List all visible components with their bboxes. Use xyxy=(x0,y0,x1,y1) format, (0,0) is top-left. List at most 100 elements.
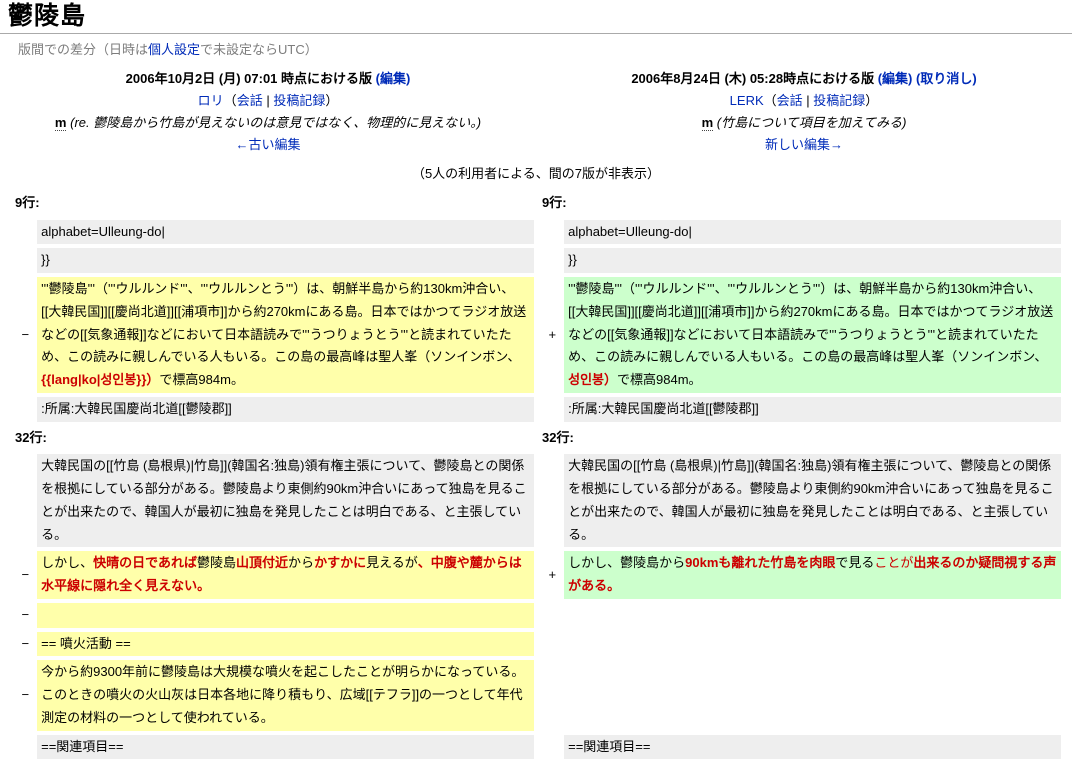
diff-context-row-alphabet: alphabet=Ulleung-do| alphabet=Ulleung-do… xyxy=(11,219,1061,245)
diff-changed-text: {{lang|ko|성인봉}}） xyxy=(41,372,160,388)
diff-marker xyxy=(537,734,561,760)
added-marker: + xyxy=(537,551,561,599)
new-user-link[interactable]: LERK xyxy=(730,93,764,108)
diff-deleted-row-empty: − xyxy=(11,602,1061,628)
context-line: 大韓民国の[[竹島 (島根県)|竹島]](韓国名:独島)領有権主張について、鬱陵… xyxy=(37,454,534,548)
diff-lineno-row-9: 9行: 9行: xyxy=(11,191,1061,216)
old-user-talk-link[interactable]: 会話 xyxy=(237,93,263,108)
subtitle-text-after: で未設定ならUTC） xyxy=(200,41,318,57)
added-marker: + xyxy=(537,277,561,393)
context-line: alphabet=Ulleung-do| xyxy=(564,219,1061,245)
diff-lineno-row-32: 32行: 32行: xyxy=(11,426,1061,451)
added-line: '''鬱陵島'''（'''ウルルンド'''、'''ウルルンとう'''）は、朝鮮半… xyxy=(564,277,1061,393)
diff-text: で標高984m。 xyxy=(617,372,702,388)
old-version-nav-line: ←古い編集 xyxy=(10,134,526,156)
old-user-contribs-link[interactable]: 投稿記録 xyxy=(273,93,325,108)
deleted-line: 今から約9300年前に鬱陵島は大規模な噴火を起こしたことが明らかになっている。こ… xyxy=(37,660,534,731)
deleted-marker: − xyxy=(11,551,34,599)
new-user-contribs-link[interactable]: 投稿記録 xyxy=(813,93,865,108)
diff-version-headers: 2006年10月2日 (月) 07:01 時点における版 (編集) ロリ（会話 … xyxy=(0,68,1072,156)
new-edit-summary: (竹島について項目を加えてみる) xyxy=(716,114,907,130)
empty-cell xyxy=(564,631,1061,657)
older-edit-link[interactable]: ←古い編集 xyxy=(235,137,300,152)
new-minor-edit-flag: m xyxy=(701,114,714,131)
subtitle-text-before: 版間での差分（日時は xyxy=(18,41,149,57)
old-lineno-32: 32行: xyxy=(15,429,47,445)
new-version-summary-line: m (竹島について項目を加えてみる) xyxy=(546,112,1062,134)
diff-changed-row-sight: − しかし、快晴の日であれば鬱陵島山頂付近からかすかに見えるが、中腹や麓からは水… xyxy=(11,551,1061,599)
deleted-marker: − xyxy=(11,660,34,731)
new-lineno-9: 9行: xyxy=(541,194,567,210)
context-line: }} xyxy=(564,248,1061,274)
old-version-header: 2006年10月2日 (月) 07:01 時点における版 (編集) ロリ（会話 … xyxy=(0,68,536,156)
deleted-line: '''鬱陵島'''（'''ウルルンド'''、'''ウルルンとう'''）は、朝鮮半… xyxy=(37,277,534,393)
old-edit-summary: (re. 鬱陵島から竹島が見えないのは意見ではなく、物理的に見えない。) xyxy=(70,114,482,130)
context-line: 大韓民国の[[竹島 (島根県)|竹島]](韓国名:独島)領有権主張について、鬱陵… xyxy=(564,454,1061,548)
old-version-user-line: ロリ（会話 | 投稿記録） xyxy=(10,90,526,112)
diff-text: で見る xyxy=(835,555,875,571)
old-minor-edit-flag: m xyxy=(54,114,67,131)
diff-marker xyxy=(537,248,561,274)
newer-edit-link[interactable]: 新しい編集→ xyxy=(765,137,843,152)
diff-text: しかし、 xyxy=(41,555,94,571)
diff-table: 9行: 9行: alphabet=Ulleung-do| alphabet=Ul… xyxy=(7,187,1065,763)
new-version-edit-link[interactable]: (編集) xyxy=(878,71,913,86)
hidden-revisions-note: （5人の利用者による、間の7版が非表示） xyxy=(411,165,661,181)
diff-marker xyxy=(537,396,561,422)
diff-marker xyxy=(11,219,34,245)
diff-text: '''鬱陵島'''（'''ウルルンド'''、'''ウルルンとう'''）は、朝鮮半… xyxy=(41,281,527,365)
new-version-user-line: LERK（会話 | 投稿記録） xyxy=(546,90,1062,112)
diff-text: 見えるが xyxy=(366,555,418,571)
diff-changed-text: ことが xyxy=(874,555,914,571)
diff-context-row-belong: :所属:大韓民国慶尚北道[[鬱陵郡]] :所属:大韓民国慶尚北道[[鬱陵郡]] xyxy=(11,396,1061,422)
preferences-link[interactable]: 個人設定 xyxy=(148,42,200,57)
context-line: ==関連項目== xyxy=(564,734,1061,760)
diff-context-row-related: ==関連項目== ==関連項目== xyxy=(11,734,1061,760)
diff-changed-text: 山頂付近 xyxy=(236,555,289,571)
diff-text: しかし、鬱陵島から xyxy=(568,555,686,571)
diff-marker xyxy=(11,734,34,760)
empty-cell xyxy=(564,660,1061,731)
diff-marker xyxy=(11,248,34,274)
deleted-marker: − xyxy=(11,602,34,628)
empty-cell xyxy=(564,602,1061,628)
deleted-line: しかし、快晴の日であれば鬱陵島山頂付近からかすかに見えるが、中腹や麓からは水平線… xyxy=(37,551,534,599)
context-line: :所属:大韓民国慶尚北道[[鬱陵郡]] xyxy=(37,396,534,422)
diff-changed-row-island: − '''鬱陵島'''（'''ウルルンド'''、'''ウルルンとう'''）は、朝… xyxy=(11,277,1061,393)
diff-changed-text: かすかに xyxy=(314,555,367,571)
old-version-date-line: 2006年10月2日 (月) 07:01 時点における版 (編集) xyxy=(10,68,526,90)
old-version-edit-link[interactable]: (編集) xyxy=(376,71,411,86)
separator: | xyxy=(262,92,274,108)
deleted-marker: − xyxy=(11,631,34,657)
old-version-date: 2006年10月2日 (月) 07:01 時点における版 xyxy=(125,70,376,86)
new-version-undo-link[interactable]: (取り消し) xyxy=(916,71,977,86)
deleted-marker: − xyxy=(11,277,34,393)
diff-marker xyxy=(11,454,34,548)
diff-marker xyxy=(537,219,561,245)
paren: ） xyxy=(325,92,339,108)
new-version-nav-line: 新しい編集→ xyxy=(546,134,1062,156)
diff-text: から xyxy=(288,555,315,571)
diff-marker xyxy=(537,631,561,657)
new-lineno-32: 32行: xyxy=(541,429,574,445)
old-lineno-9: 9行: xyxy=(15,194,40,210)
context-line: alphabet=Ulleung-do| xyxy=(37,219,534,245)
context-line: }} xyxy=(37,248,534,274)
deleted-line xyxy=(37,602,534,628)
diff-marker xyxy=(537,602,561,628)
paren: ） xyxy=(865,92,879,108)
new-version-date: 2006年8月24日 (木) 05:28時点における版 xyxy=(631,70,878,86)
new-user-talk-link[interactable]: 会話 xyxy=(777,93,803,108)
diff-changed-text: 90kmも離れた竹島を肉眼 xyxy=(685,555,836,571)
old-version-summary-line: m (re. 鬱陵島から竹島が見えないのは意見ではなく、物理的に見えない。) xyxy=(10,112,526,134)
diff-deleted-row-funka: − 今から約9300年前に鬱陵島は大規模な噴火を起こしたことが明らかになっている… xyxy=(11,660,1061,731)
diff-text: 鬱陵島 xyxy=(197,555,237,571)
page-subtitle: 版間での差分（日時は個人設定で未設定ならUTC） xyxy=(18,39,1072,58)
diff-context-row-takeshima: 大韓民国の[[竹島 (島根県)|竹島]](韓国名:独島)領有権主張について、鬱陵… xyxy=(11,454,1061,548)
page-title: 鬱陵島 xyxy=(8,2,87,30)
diff-changed-text: 快晴の日であれば xyxy=(93,555,198,571)
old-user-link[interactable]: ロリ xyxy=(198,93,224,108)
diff-marker xyxy=(11,396,34,422)
separator: | xyxy=(802,92,814,108)
new-version-date-line: 2006年8月24日 (木) 05:28時点における版 (編集) (取り消し) xyxy=(546,68,1062,90)
